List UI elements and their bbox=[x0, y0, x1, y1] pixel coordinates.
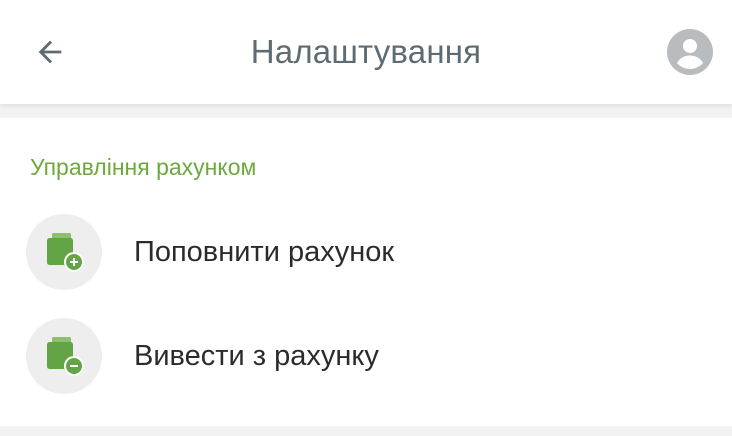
section-title: Управління рахунком bbox=[30, 154, 257, 180]
item-icon-background bbox=[26, 214, 102, 290]
wallet-minus-icon bbox=[47, 337, 84, 376]
menu-item-label: Вивести з рахунку bbox=[134, 340, 379, 372]
account-management-section: Управління рахунком Поповнити рахунок Ви… bbox=[0, 118, 732, 426]
menu-item-label: Поповнити рахунок bbox=[134, 236, 395, 268]
account-circle-icon bbox=[667, 29, 713, 75]
account-button[interactable] bbox=[666, 28, 714, 76]
page-title: Налаштування bbox=[250, 33, 482, 70]
wallet-plus-icon bbox=[47, 233, 84, 272]
menu-item-top-up[interactable]: Поповнити рахунок bbox=[0, 200, 732, 304]
app-bar: Налаштування bbox=[0, 0, 732, 104]
item-icon-background bbox=[26, 318, 102, 394]
menu-item-withdraw[interactable]: Вивести з рахунку bbox=[0, 304, 732, 408]
